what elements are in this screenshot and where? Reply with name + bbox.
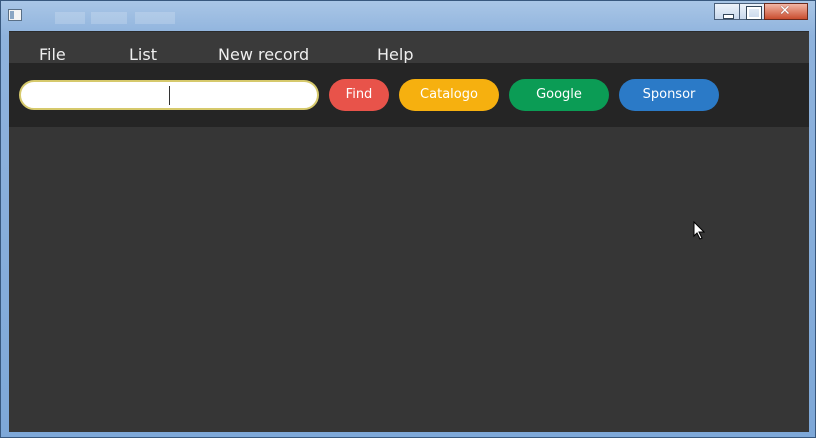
google-button[interactable]: Google: [509, 79, 609, 111]
title-area: [55, 12, 255, 24]
app-window-icon[interactable]: [8, 9, 22, 21]
mouse-pointer-icon: [693, 221, 705, 240]
close-button[interactable]: [764, 3, 808, 20]
title-bar[interactable]: [1, 1, 815, 30]
minimize-button[interactable]: [714, 3, 740, 20]
maximize-button[interactable]: [739, 3, 765, 20]
catalogo-button[interactable]: Catalogo: [399, 79, 499, 111]
application-window: File List New record Help Find Catalogo …: [0, 0, 816, 438]
toolbar: Find Catalogo Google Sponsor: [9, 63, 809, 127]
client-area: File List New record Help Find Catalogo …: [9, 31, 809, 432]
menu-bar: File List New record Help: [9, 31, 809, 64]
caption-buttons: [714, 3, 808, 21]
menu-file[interactable]: File: [39, 45, 66, 64]
main-content-area[interactable]: [9, 127, 809, 432]
menu-list[interactable]: List: [129, 45, 157, 64]
find-button[interactable]: Find: [329, 79, 389, 111]
menu-help[interactable]: Help: [377, 45, 413, 64]
text-caret: [169, 86, 170, 105]
menu-new-record[interactable]: New record: [218, 45, 309, 64]
sponsor-button[interactable]: Sponsor: [619, 79, 719, 111]
